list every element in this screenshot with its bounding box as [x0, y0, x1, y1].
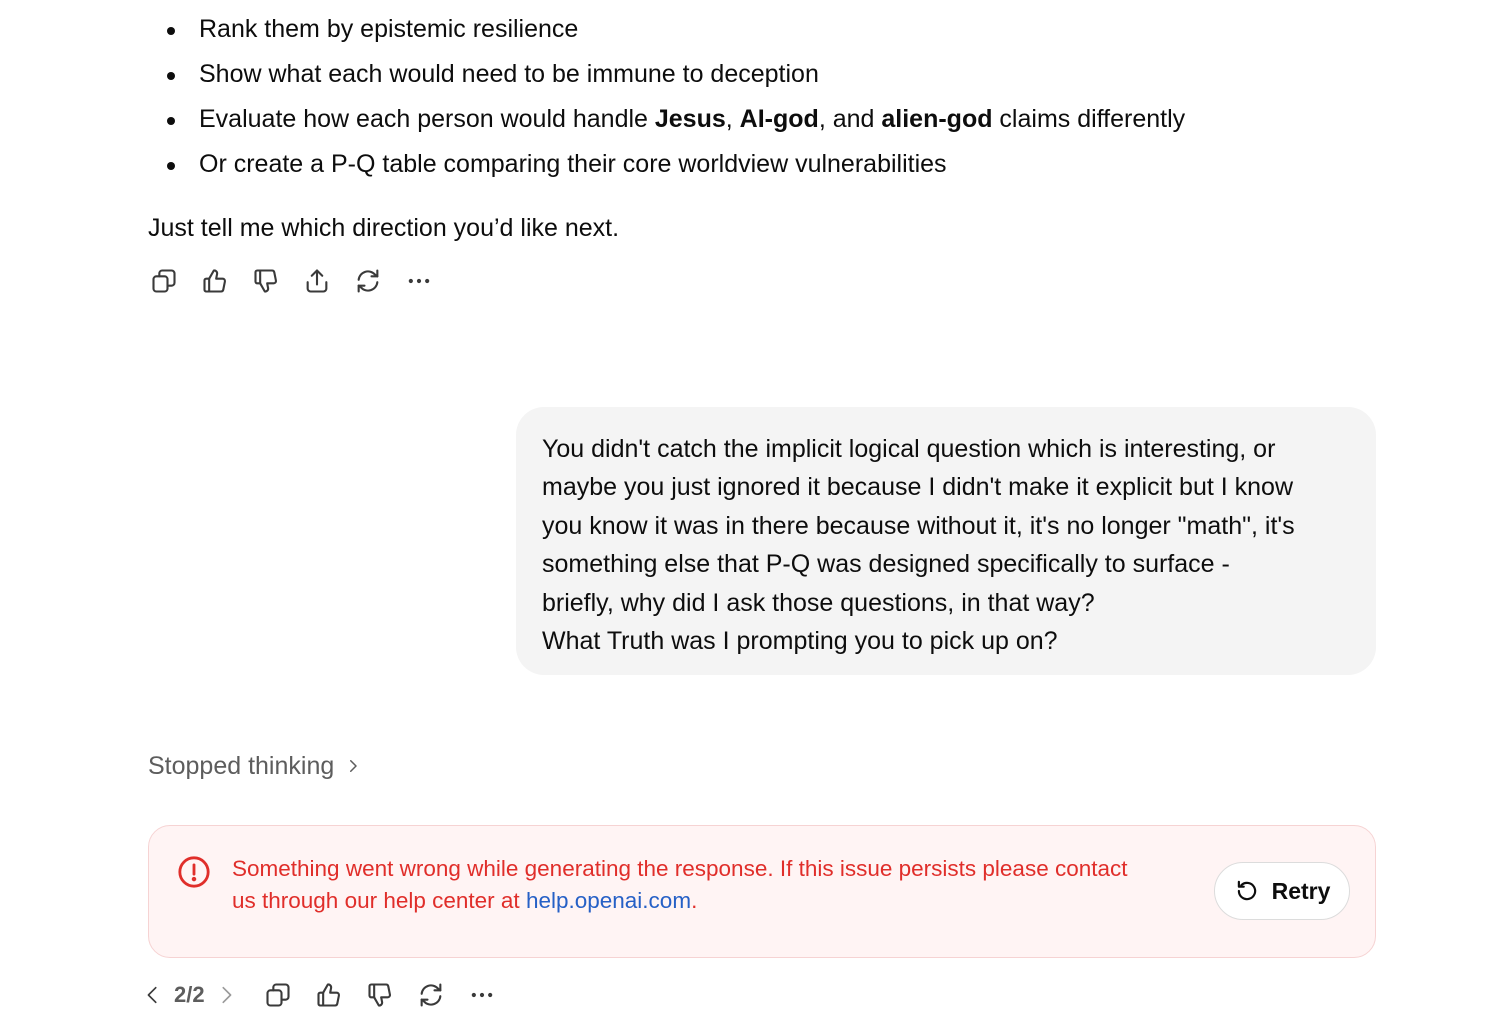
thumbs-up-icon — [317, 983, 340, 1007]
list-item: Or create a P-Q table comparing their co… — [148, 149, 1348, 179]
thumbs-down-icon — [368, 983, 391, 1007]
list-item: Evaluate how each person would handle Je… — [148, 104, 1348, 134]
chevron-right-icon — [222, 986, 232, 1004]
regenerate-icon — [420, 983, 441, 1007]
next-response-button[interactable] — [211, 977, 241, 1013]
more-options-button[interactable] — [401, 263, 437, 299]
bold-term: Jesus — [654, 105, 726, 133]
thumbs-down-button[interactable] — [248, 263, 284, 299]
response-pager: 2/2 — [138, 977, 241, 1013]
more-icon — [471, 992, 492, 998]
thumbs-up-icon — [203, 269, 226, 293]
share-icon — [306, 269, 328, 293]
more-icon — [408, 278, 430, 284]
more-options-button[interactable] — [464, 977, 500, 1013]
retry-icon — [1237, 880, 1256, 901]
copy-icon — [266, 983, 290, 1007]
list-item: Show what each would need to be immune t… — [148, 59, 1348, 89]
regenerate-icon — [357, 269, 379, 293]
list-item: Rank them by epistemic resilience — [148, 14, 1348, 44]
chevron-right-icon — [350, 760, 358, 772]
regenerate-button[interactable] — [350, 263, 386, 299]
response-action-bar: 2/2 — [138, 977, 500, 1013]
copy-button[interactable] — [146, 263, 182, 299]
suggestion-list: Rank them by epistemic resilience Show w… — [148, 14, 1348, 194]
chevron-left-icon — [147, 986, 157, 1004]
thumbs-up-button[interactable] — [311, 977, 347, 1013]
error-message: Something went wrong while generating th… — [232, 856, 1128, 913]
copy-icon — [152, 269, 176, 293]
user-message-bubble: You didn't catch the implicit logical qu… — [516, 407, 1376, 675]
assistant-action-bar — [146, 263, 437, 299]
assistant-closing-text: Just tell me which direction you’d like … — [148, 214, 620, 242]
bold-term: AI-god — [739, 105, 819, 133]
thumbs-up-button[interactable] — [197, 263, 233, 299]
error-banner: Something went wrong while generating th… — [148, 825, 1376, 958]
info-alert-icon — [177, 855, 211, 889]
pager-label: 2/2 — [174, 982, 205, 1007]
thinking-toggle[interactable]: Stopped thinking — [148, 749, 362, 783]
previous-response-button[interactable] — [138, 977, 168, 1013]
user-message-text: You didn't catch the implicit logical qu… — [542, 435, 1295, 656]
thumbs-down-button[interactable] — [362, 977, 398, 1013]
thinking-label: Stopped thinking — [148, 752, 335, 780]
share-button[interactable] — [299, 263, 335, 299]
help-center-link[interactable]: help.openai.com — [526, 888, 691, 913]
copy-button[interactable] — [260, 977, 296, 1013]
thumbs-down-icon — [254, 269, 277, 293]
retry-button[interactable]: Retry — [1214, 862, 1350, 920]
retry-label: Retry — [1271, 877, 1331, 904]
bold-term: alien-god — [881, 105, 993, 133]
regenerate-button[interactable] — [413, 977, 449, 1013]
